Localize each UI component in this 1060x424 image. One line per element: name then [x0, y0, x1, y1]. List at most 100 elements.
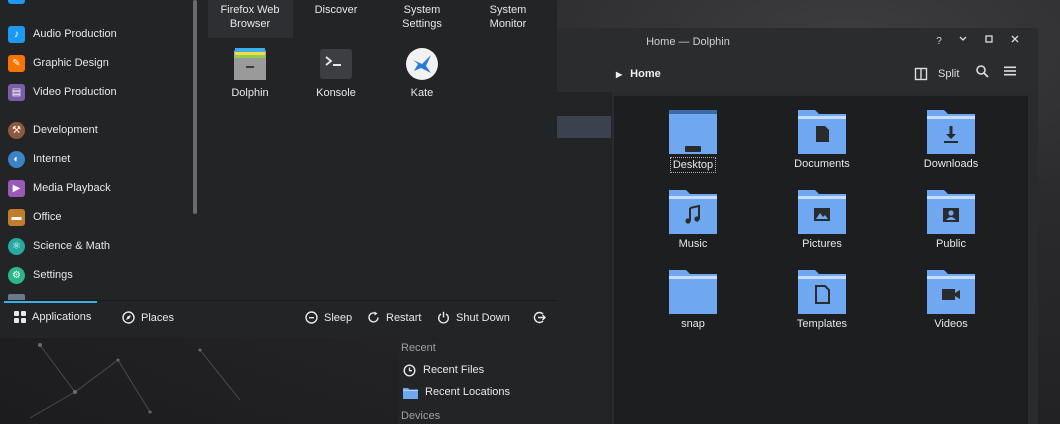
restart-label: Restart: [386, 311, 422, 324]
app-label: Settings: [402, 18, 442, 30]
app-firefox[interactable]: Firefox Web Browser: [208, 3, 292, 31]
category-internet[interactable]: ◐ Internet: [8, 146, 70, 172]
search-icon: [976, 65, 989, 78]
app-label: Discover: [314, 4, 358, 16]
category-partial[interactable]: [8, 0, 25, 4]
shutdown-label: Shut Down: [456, 311, 510, 324]
app-label: Dolphin: [231, 87, 269, 99]
close-icon: [1011, 35, 1019, 43]
documents-folder-icon: [798, 110, 846, 154]
restart-button[interactable]: Restart: [367, 311, 421, 324]
app-label: Firefox Web: [220, 4, 280, 16]
file-item-desktop[interactable]: Desktop: [638, 108, 748, 173]
places-header-devices: Devices: [401, 410, 441, 422]
file-label: Downloads: [923, 158, 979, 170]
category-label: Development: [33, 124, 98, 136]
active-tab-indicator: [4, 301, 97, 303]
split-icon: [914, 67, 928, 81]
downloads-folder-icon: [927, 110, 975, 154]
file-label: snap: [681, 318, 705, 330]
brush-icon: ✎: [8, 54, 25, 72]
folder-icon: [403, 387, 418, 399]
file-item-snap[interactable]: snap: [638, 268, 748, 331]
close-button[interactable]: [1006, 33, 1024, 51]
app-label: Konsole: [316, 87, 356, 99]
desktop-folder-icon: [669, 110, 717, 154]
music-note-icon: ♪: [8, 25, 25, 43]
compass-icon: [122, 311, 135, 324]
file-item-downloads[interactable]: Downloads: [896, 108, 1006, 171]
category-science-math[interactable]: ⚛ Science & Math: [8, 233, 110, 259]
sleep-label: Sleep: [324, 311, 353, 324]
breadcrumb[interactable]: ▶ Home: [616, 68, 661, 80]
breadcrumb-home: Home: [630, 68, 661, 80]
app-system-monitor[interactable]: System Monitor: [466, 3, 550, 31]
app-label: Browser: [229, 18, 271, 30]
file-label: Music: [678, 238, 708, 250]
category-label: Internet: [33, 153, 71, 165]
selected-place[interactable]: [556, 116, 611, 138]
leave-button[interactable]: [533, 311, 546, 324]
app-kate[interactable]: Kate: [380, 46, 464, 100]
file-label: Public: [936, 238, 966, 250]
category-development[interactable]: ⚒ Development: [8, 117, 98, 143]
file-label: Desktop: [669, 157, 717, 173]
category-settings[interactable]: ⚙ Settings: [8, 262, 73, 288]
file-item-videos[interactable]: Videos: [896, 268, 1006, 331]
file-item-templates[interactable]: Templates: [767, 268, 877, 331]
grid-icon: [14, 311, 26, 323]
places-item-recent-files[interactable]: Recent Files: [403, 360, 484, 380]
category-audio-production[interactable]: ♪ Audio Production: [8, 21, 117, 47]
hamburger-menu-button[interactable]: [1003, 64, 1017, 84]
maximize-icon: [985, 35, 993, 43]
category-graphic-design[interactable]: ✎ Graphic Design: [8, 50, 109, 76]
split-label: Split: [938, 68, 960, 80]
window-title: Home — Dolphin: [646, 36, 730, 48]
split-button[interactable]: Split: [914, 64, 959, 84]
settings-icon: ⚙: [8, 266, 25, 284]
category-scrollbar[interactable]: [193, 0, 197, 214]
file-item-music[interactable]: Music: [638, 188, 748, 251]
logout-icon: [533, 311, 546, 324]
app-system-settings[interactable]: System Settings: [380, 3, 464, 31]
sleep-button[interactable]: Sleep: [305, 311, 352, 324]
maximize-button[interactable]: [980, 33, 998, 51]
application-launcher: ♪ Audio Production ✎ Graphic Design ▤ Vi…: [0, 0, 557, 338]
places-item-label: Recent Files: [423, 364, 485, 376]
film-icon: ▤: [8, 83, 25, 101]
file-item-public[interactable]: Public: [896, 188, 1006, 251]
shutdown-button[interactable]: Shut Down: [437, 311, 510, 324]
places-item-recent-locations[interactable]: Recent Locations: [403, 382, 510, 402]
category-label: Settings: [33, 269, 73, 281]
tab-applications[interactable]: Applications: [14, 311, 91, 323]
search-button[interactable]: [975, 64, 989, 84]
file-label: Templates: [796, 318, 848, 330]
minimize-button[interactable]: [954, 33, 972, 51]
file-item-documents[interactable]: Documents: [767, 108, 877, 171]
folder-icon: [669, 270, 717, 314]
category-office[interactable]: ▬ Office: [8, 204, 62, 230]
videos-folder-icon: [927, 270, 975, 314]
file-view[interactable]: Desktop Documents Downloads Music Pictur…: [614, 96, 1028, 424]
templates-folder-icon: [798, 270, 846, 314]
music-folder-icon: [669, 190, 717, 234]
clock-icon: [403, 363, 416, 377]
category-label: Graphic Design: [33, 57, 109, 69]
globe-icon: ◐: [8, 150, 25, 168]
play-icon: ▶: [8, 179, 25, 197]
places-header-recent: Recent: [401, 342, 436, 354]
category-label: Video Production: [33, 86, 117, 98]
app-dolphin[interactable]: Dolphin: [208, 46, 292, 100]
briefcase-icon: ▬: [8, 208, 25, 226]
file-item-pictures[interactable]: Pictures: [767, 188, 877, 251]
help-button[interactable]: ?: [930, 33, 948, 51]
pictures-folder-icon: [798, 190, 846, 234]
kate-icon: [406, 48, 438, 80]
category-video-production[interactable]: ▤ Video Production: [8, 79, 117, 105]
tab-places[interactable]: Places: [122, 311, 174, 324]
hamburger-menu-icon: [1004, 66, 1016, 76]
app-konsole[interactable]: Konsole: [294, 46, 378, 100]
app-discover[interactable]: Discover: [294, 3, 378, 17]
file-label: Pictures: [802, 238, 842, 250]
category-media-playback[interactable]: ▶ Media Playback: [8, 175, 111, 201]
